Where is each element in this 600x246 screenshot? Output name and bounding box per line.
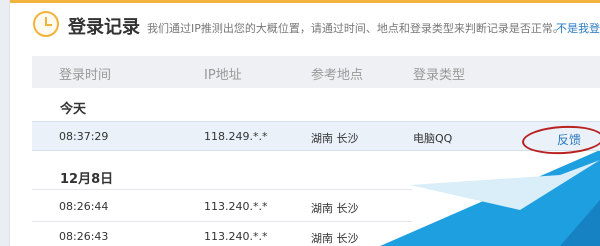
table-row: 08:37:29 118.249.*.* 湖南 长沙 电脑QQ [32,121,600,151]
login-location: 湖南 长沙 [311,132,359,145]
group-divider [32,189,412,190]
login-time: 08:37:29 [59,130,109,143]
table-header: 登录时间 IP地址 参考地点 登录类型 [32,56,600,88]
login-location: 湖南 长沙 [311,202,359,215]
column-header-location: 参考地点 [311,68,364,83]
feedback-link[interactable]: 反馈 [557,131,581,148]
login-ip: 118.249.*.* [204,130,268,143]
column-header-time: 登录时间 [59,68,112,83]
page-description: 我们通过IP推测出您的大概位置，请通过时间、地点和登录类型来判断记录是否正常。 [147,22,564,35]
login-type: 电脑QQ [413,132,453,145]
left-panel-edge [0,0,10,246]
clock-icon [33,11,59,37]
login-ip: 113.240.*.* [204,200,268,213]
login-ip: 113.240.*.* [204,230,268,243]
page-title: 登录记录 [68,17,140,38]
group-label-dec-8: 12月8日 [60,172,114,187]
table-row: 08:26:43 113.240.*.* 湖南 长沙 [32,222,412,246]
column-header-ip: IP地址 [204,68,242,83]
not-me-link[interactable]: 不是我登 [556,20,600,36]
header-accent-bar [10,0,600,3]
group-label-today: 今天 [60,102,87,117]
column-header-type: 登录类型 [413,68,466,83]
login-time: 08:26:43 [59,230,109,243]
table-row: 08:26:44 113.240.*.* 湖南 长沙 [32,192,412,222]
login-location: 湖南 长沙 [311,232,359,245]
login-time: 08:26:44 [59,200,109,213]
